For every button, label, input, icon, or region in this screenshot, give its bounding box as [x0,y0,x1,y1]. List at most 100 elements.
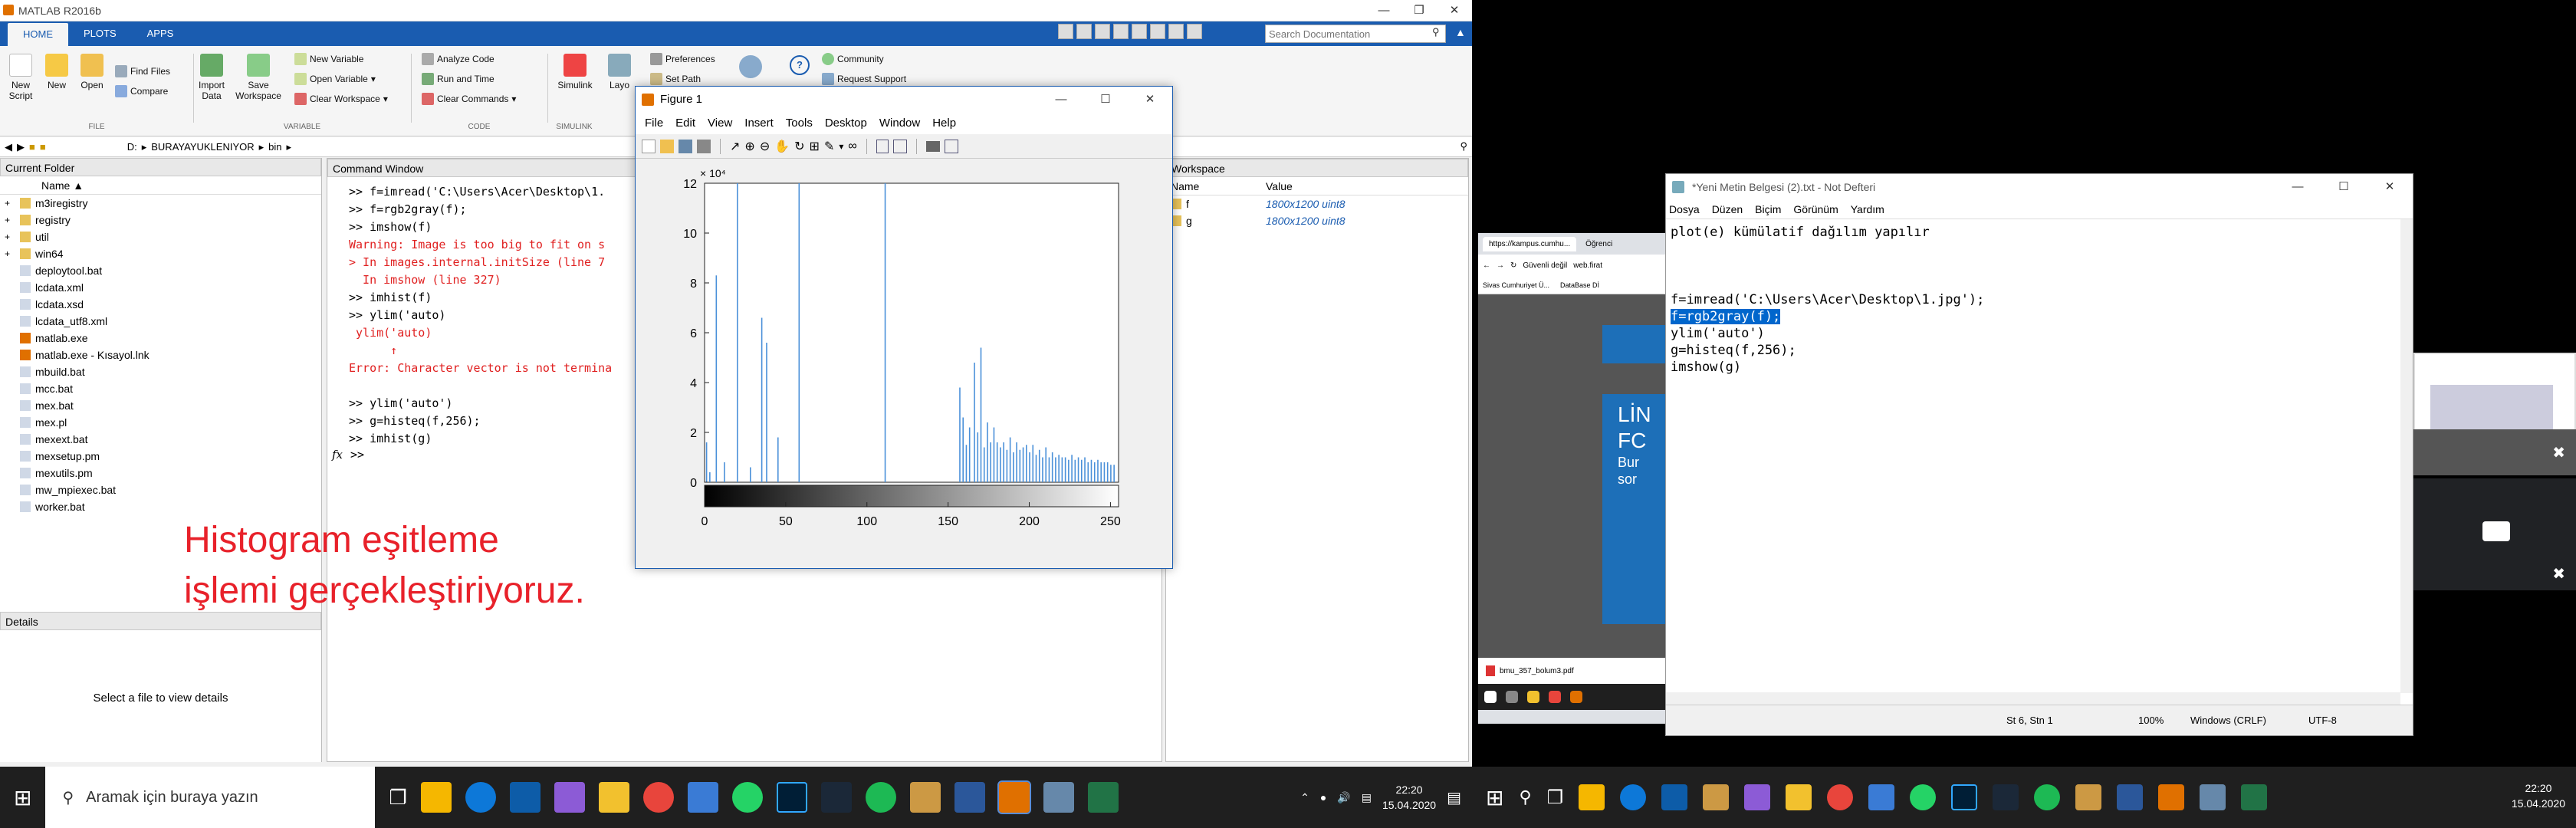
edge-icon[interactable] [1620,784,1647,810]
file-explorer-icon[interactable] [1786,784,1812,810]
address-url[interactable]: web.firat [1573,261,1602,270]
undo-icon[interactable] [1132,24,1147,39]
reload-icon[interactable]: ↻ [1510,261,1516,270]
task-view-icon[interactable]: ❐ [1547,787,1564,809]
import-data-button[interactable]: Import Data [198,54,225,101]
app-icon[interactable] [909,782,941,813]
menu-desktop[interactable]: Desktop [819,113,873,133]
menu-edit[interactable]: Edit [669,113,702,133]
taskbar-search-box[interactable]: ⚲ Aramak için buraya yazın [45,767,376,828]
folder-list-item[interactable]: mexsetup.pm [0,448,321,465]
folder-list-item[interactable]: mbuild.bat [0,363,321,380]
copy-icon[interactable] [1095,24,1110,39]
help-button[interactable]: ? [790,55,810,75]
mic-muted-icon[interactable]: ✖ [2552,564,2565,583]
task-view-icon[interactable]: ❐ [389,786,406,810]
menu-gorunum[interactable]: Görünüm [1793,203,1838,215]
up-folder-icon[interactable]: ■ [29,141,35,153]
figure-close-button[interactable]: ✕ [1128,87,1172,113]
matlab-taskbar-icon[interactable] [997,780,1031,814]
store-icon[interactable] [420,782,452,813]
folder-list-item[interactable]: deploytool.bat [0,262,321,279]
windows-start-icon[interactable]: ⊞ [14,785,31,810]
browse-folder-icon[interactable]: ■ [40,141,46,153]
mail-icon[interactable] [509,782,540,813]
path-segment[interactable]: bin [268,141,281,153]
address-security[interactable]: Güvenli değil [1523,261,1567,270]
folder-list-item[interactable]: matlab.exe - Kısayol.lnk [0,347,321,363]
rotate-icon[interactable]: ↻ [794,139,804,154]
horizontal-scrollbar[interactable] [1666,692,2400,705]
folder-list-item[interactable]: mw_mpiexec.bat [0,481,321,498]
spotify-icon[interactable] [2034,784,2061,810]
paste-icon[interactable] [1113,24,1129,39]
run-and-time-button[interactable]: Run and Time [422,69,516,89]
open-file-icon[interactable] [660,139,674,153]
path-search-icon[interactable]: ⚲ [1460,140,1467,153]
new-figure-icon[interactable] [642,139,656,153]
workspace-name-column[interactable]: Name [1166,180,1266,192]
path-segment[interactable]: BURAYAYUKLENIYOR [151,141,254,153]
tray-chevron-icon[interactable]: ⌃ [1300,791,1309,804]
path-segment[interactable]: D: [127,141,137,153]
redo-icon[interactable] [1150,24,1165,39]
search-icon[interactable]: ⚲ [1432,26,1440,38]
workspace-value-column[interactable]: Value [1266,180,1293,192]
find-files-button[interactable]: Find Files [115,61,170,81]
search-icon[interactable]: ⚲ [1519,787,1531,807]
search-documentation-input[interactable] [1265,25,1446,43]
folder-list-item[interactable]: + m3iregistry [0,195,321,212]
folder-list-item[interactable]: + util [0,228,321,245]
histogram-plot[interactable]: 0 2 4 6 8 10 12 0 50 100 150 200 250 × 10⁴ [636,159,1172,568]
expand-icon[interactable]: + [5,195,10,212]
menu-file[interactable]: File [639,113,669,133]
fx-icon[interactable]: fx [332,448,343,462]
menu-help[interactable]: Help [926,113,962,133]
notepad-editor[interactable]: plot(e) kümülatif dağılım yapılır f=imrea… [1666,219,2413,705]
workspace-row[interactable]: f 1800x1200 uint8 [1166,196,1468,212]
switch-windows-icon[interactable] [1168,24,1184,39]
clear-commands-button[interactable]: Clear Commands ▾ [422,89,516,109]
edge-icon[interactable] [465,782,496,813]
notepad-taskbar-icon[interactable] [2200,784,2226,810]
folder-list-item[interactable]: worker.bat [0,498,321,515]
command-prompt[interactable]: >> [350,448,364,462]
network-icon[interactable]: ▤ [1362,791,1372,804]
save-workspace-button[interactable]: Save Workspace [232,54,285,101]
app-icon[interactable] [1703,784,1730,810]
show-tools-icon[interactable] [944,139,958,153]
photoshop-icon[interactable] [776,782,807,813]
menu-duzen[interactable]: Düzen [1712,203,1743,215]
analyze-code-button[interactable]: Analyze Code [422,49,516,69]
forward-arrow-icon[interactable]: → [1497,261,1504,270]
expand-icon[interactable]: + [5,228,10,245]
new-script-button[interactable]: New Script [6,54,35,101]
figure-maximize-button[interactable]: ☐ [1083,87,1128,113]
folder-list-item[interactable]: lcdata.xml [0,279,321,296]
save-icon[interactable] [1058,24,1073,39]
excel-icon[interactable] [2241,784,2268,810]
back-arrow-icon[interactable]: ← [1483,261,1490,270]
open-variable-button[interactable]: Open Variable ▾ [294,69,388,89]
add-ons-icon[interactable] [739,55,762,78]
pointer-icon[interactable]: ↗ [730,139,740,154]
minimize-button[interactable]: — [1366,0,1401,21]
microphone-icon[interactable]: ● [1320,791,1326,803]
folder-list-item[interactable]: mex.bat [0,397,321,414]
tab-home[interactable]: HOME [8,23,68,46]
vertical-scrollbar[interactable] [2400,219,2413,693]
open-button[interactable]: Open [78,54,106,90]
file-explorer-icon[interactable] [598,782,629,813]
hide-tools-icon[interactable] [925,140,940,152]
menu-window[interactable]: Window [873,113,926,133]
store-icon[interactable] [1579,784,1605,810]
browser-tab[interactable]: Öğrenci [1579,237,1618,251]
folder-list-item[interactable]: matlab.exe [0,330,321,347]
word-icon[interactable] [2117,784,2144,810]
app-icon[interactable] [1868,784,1895,810]
workspace-row[interactable]: g 1800x1200 uint8 [1166,212,1468,229]
expand-icon[interactable]: + [5,245,10,262]
colorbar-icon[interactable] [876,139,889,153]
community-button[interactable]: Community [822,49,906,69]
tab-plots[interactable]: PLOTS [68,22,132,45]
